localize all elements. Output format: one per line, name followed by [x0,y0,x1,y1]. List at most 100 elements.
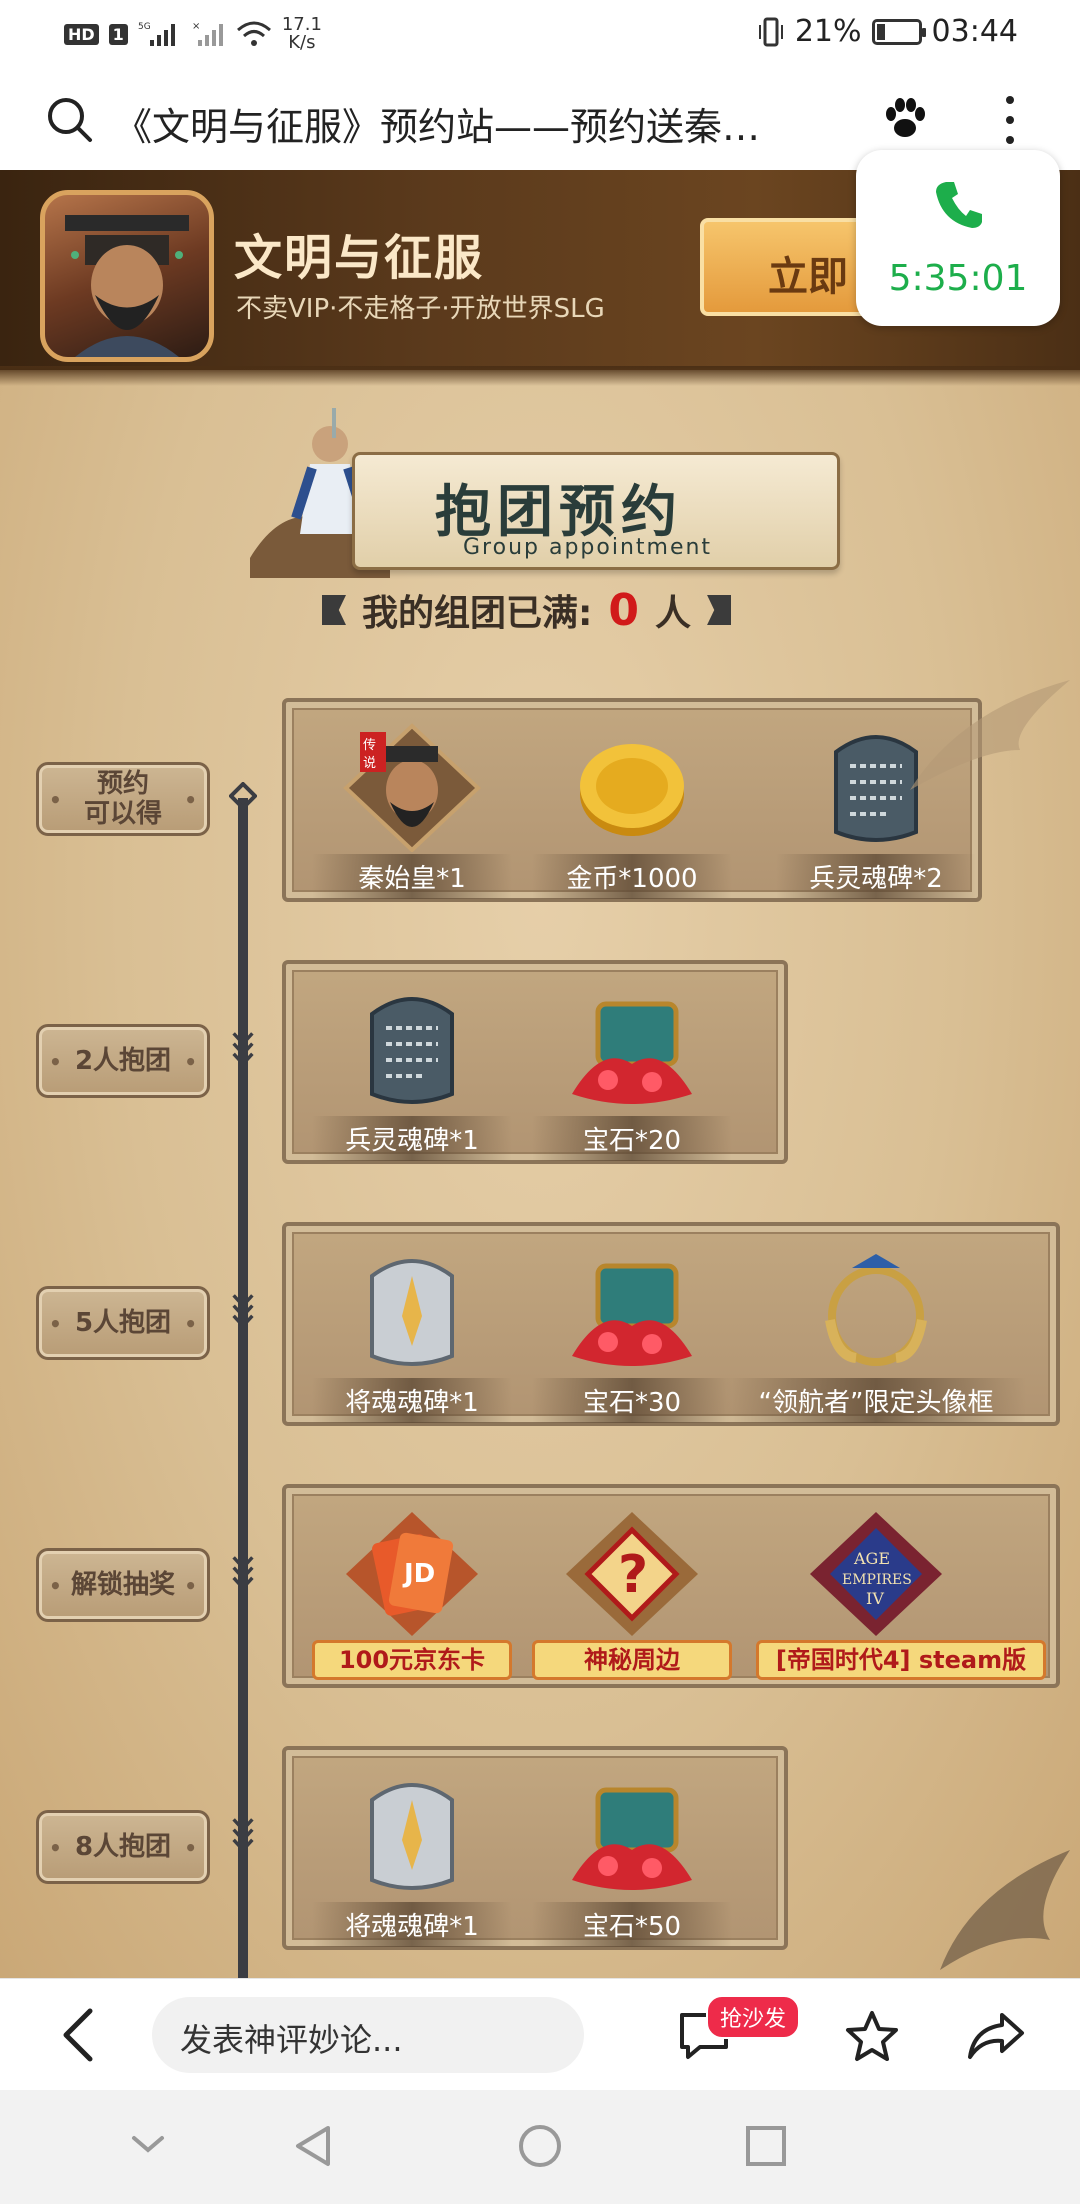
collapse-nav-icon[interactable] [128,2124,168,2164]
more-options-icon[interactable] [1000,92,1020,148]
network-type: 5G [138,22,151,32]
timeline-chevron-icon [232,1294,254,1326]
reward-item[interactable]: JD 100元京东卡 [312,1494,512,1680]
back-icon[interactable] [58,2007,98,2063]
stage-label: 预约可以得 [36,762,210,836]
reward-item[interactable]: 兵灵魂碑*1 [312,970,512,1161]
reward-label: 宝石*50 [532,1902,732,1947]
reward-item[interactable]: 宝石*20 [532,970,732,1161]
app-name: 文明与征服 [234,230,485,286]
wifi-icon [236,21,271,46]
reward-item[interactable]: ? 神秘周边 [532,1494,732,1680]
svg-text:传: 传 [363,738,376,753]
clock: 03:44 [931,14,1018,49]
reward-box: 兵灵魂碑*1 宝石*20 [282,960,788,1164]
favorite-star-icon[interactable] [844,2009,900,2065]
gem-chest-icon [572,1001,692,1104]
reward-label: 宝石*30 [532,1378,732,1423]
silver-tablet-icon [370,1783,454,1890]
avatar-frame-icon [825,1254,927,1366]
comment-bar: 发表神评妙论... 抢沙发 [0,1978,1080,2090]
battery-icon [871,18,926,45]
stage-label: 5人抱团 [36,1286,210,1360]
team-status-label: 我的组团已满: [362,593,593,634]
emperor-portrait-icon [65,215,189,357]
jd-card-icon: JD [346,1512,478,1636]
network-speed: 17.1 K/s [281,14,322,53]
signal-2-icon: × [192,21,223,46]
stage-label: 8人抱团 [36,1810,210,1884]
paw-icon[interactable] [880,94,930,144]
mystery-question-icon: ? [566,1512,698,1636]
hero-portrait-icon: 传说 [343,723,481,852]
nav-back-icon[interactable] [292,2124,336,2168]
battery-percent: 21% [794,14,862,49]
hd-badge: HD [64,23,99,45]
svg-text:JD: JD [402,1559,435,1589]
reward-box: 将魂魂碑*1 宝石*30 “领航者”限定头像框 [282,1222,1060,1426]
eagle-bottom-icon [940,1850,1070,1970]
timeline-chevron-icon [232,1556,254,1588]
page-content: 文明与征服 不卖VIP·不走格子·开放世界SLG 立即 抱团预约 Group a… [0,170,1080,1978]
flag-right-icon [707,595,732,625]
gem-chest-icon [572,1787,692,1890]
svg-text:AGE: AGE [853,1549,890,1568]
call-overlay[interactable]: 5:35:01 [856,150,1060,326]
svg-text:EMPIRES: EMPIRES [842,1572,912,1588]
reward-label: 金币*1000 [532,854,732,899]
gem-chest-icon [572,1263,692,1366]
reward-item[interactable]: 宝石*30 [532,1232,732,1423]
status-bar: HD 1 5G × 17.1 K/s 21% 03:44 [0,0,1080,66]
reward-label: 秦始皇*1 [312,854,512,899]
eagle-decoration-icon [910,680,1070,790]
reward-box: 将魂魂碑*1 宝石*50 [282,1746,788,1950]
reward-item[interactable]: AGE EMPIRES IV [帝国时代4] steam版 [756,1494,1046,1680]
system-nav-bar [0,2090,1080,2204]
gold-coin-icon [580,744,684,836]
reward-item[interactable]: 将魂魂碑*1 [312,1232,512,1423]
svg-text:×: × [192,21,200,32]
comment-input[interactable]: 发表神评妙论... [152,1997,584,2073]
page-title: 《文明与征服》预约站——预约送秦… [114,105,761,149]
group-appointment-banner: 抱团预约 Group appointment [352,452,840,570]
reward-item[interactable]: 将魂魂碑*1 [312,1756,512,1947]
stone-tablet-icon [370,997,454,1104]
nav-home-icon[interactable] [518,2124,562,2168]
call-duration: 5:35:01 [888,258,1028,299]
sofa-badge: 抢沙发 [706,1995,801,2039]
age-of-empires-icon: AGE EMPIRESIV [810,1512,942,1636]
team-count: 0 [608,584,640,636]
timeline-chevron-icon [232,1818,254,1850]
vibrate-icon [758,17,783,46]
reward-box: JD 100元京东卡? 神秘周边 AGE EMPIRES IV [帝国时代4] steam版 [282,1484,1060,1688]
nav-recents-icon[interactable] [744,2124,788,2168]
svg-text:IV: IV [866,1589,884,1608]
reward-item[interactable]: 传说秦始皇*1 [312,708,512,899]
reward-item[interactable]: 金币*1000 [532,708,732,899]
team-status: 我的组团已满: 0 人 [322,584,732,636]
reward-label: 将魂魂碑*1 [312,1902,512,1947]
timeline-chevron-icon [232,1032,254,1064]
share-icon[interactable] [966,2009,1026,2065]
svg-text:说: 说 [363,756,376,771]
reward-label: 兵灵魂碑*2 [776,854,976,899]
reward-box: 传说秦始皇*1 金币*1000 兵灵魂碑*2 [282,698,982,902]
stage-label: 解锁抽奖 [36,1548,210,1622]
timeline-start-icon [229,782,257,810]
reward-label: 100元京东卡 [312,1640,512,1680]
timeline-line [238,798,248,1978]
reward-label: 宝石*20 [532,1116,732,1161]
reward-item[interactable]: 宝石*50 [532,1756,732,1947]
reward-item[interactable]: “领航者”限定头像框 [726,1232,1026,1423]
phone-icon [936,182,982,228]
svg-text:?: ? [618,1545,648,1605]
signal-icon: 5G [138,22,175,46]
reward-label: [帝国时代4] steam版 [756,1640,1046,1680]
reward-label: 神秘周边 [532,1640,732,1680]
reward-label: 兵灵魂碑*1 [312,1116,512,1161]
stage-label: 2人抱团 [36,1024,210,1098]
team-unit: 人 [655,593,692,634]
game-app-icon [40,190,214,362]
search-icon[interactable] [44,94,96,146]
sim-badge: 1 [108,23,128,45]
